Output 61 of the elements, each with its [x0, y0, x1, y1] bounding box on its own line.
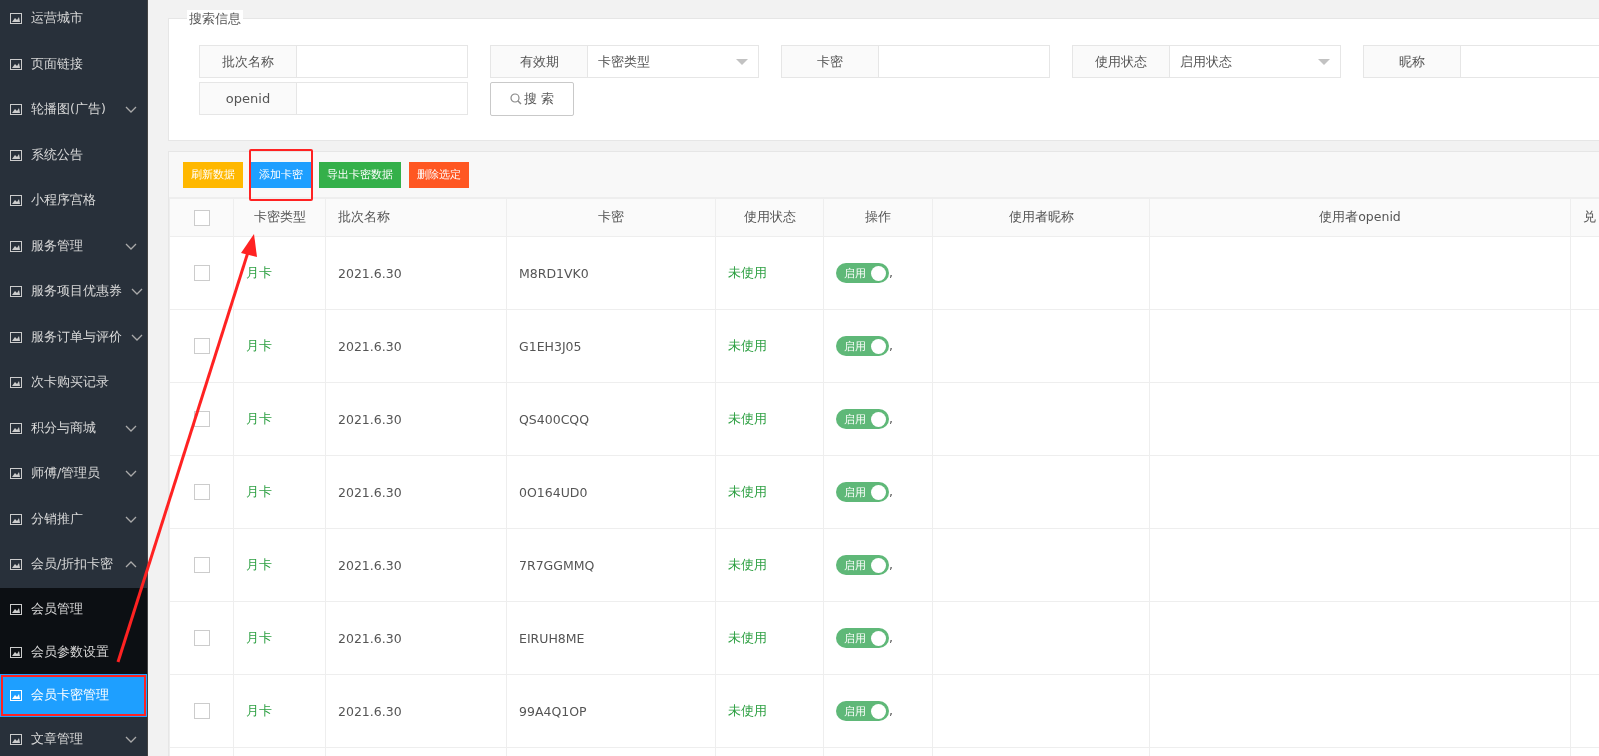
sidebar-item[interactable]: 小程序宫格	[0, 178, 147, 224]
table-cell: 未使用	[728, 702, 767, 718]
separator-text: ,	[889, 264, 893, 280]
sidebar-item[interactable]: 文章管理	[0, 716, 147, 756]
separator-text: ,	[889, 702, 893, 718]
separator-text: ,	[889, 629, 893, 645]
column-header: 操作	[865, 209, 891, 224]
sidebar-item[interactable]: 会员/折扣卡密	[0, 542, 147, 588]
column-header: 使用状态	[743, 209, 796, 224]
table-cell: 月卡	[246, 629, 272, 645]
table-cell: 未使用	[728, 410, 767, 426]
table-cell: 2021.6.30	[338, 484, 402, 500]
table-cell: 2021.6.30	[338, 338, 402, 354]
sidebar-item[interactable]: 服务项目优惠券	[0, 269, 147, 315]
table-cell: 2021.6.30	[338, 703, 402, 719]
table-cell: 未使用	[728, 483, 767, 499]
sidebar-item[interactable]: 师傅/管理员	[0, 451, 147, 497]
table-cell: 未使用	[728, 629, 767, 645]
table-cell: G1EH3J05	[519, 338, 582, 354]
table-cell: QS400CQQ	[519, 411, 590, 427]
separator-text: ,	[889, 556, 893, 572]
table-cell: 2021.6.30	[338, 411, 402, 427]
table-cell: 月卡	[246, 264, 272, 280]
table-cell: 0O164UD0	[519, 484, 588, 500]
separator-text: ,	[889, 337, 893, 353]
table-cell: 7R7GGMMQ	[519, 557, 595, 573]
table-cell: 2021.6.30	[338, 630, 402, 646]
sidebar-item[interactable]: 积分与商城	[0, 405, 147, 451]
column-header: 批次名称	[338, 209, 390, 224]
sidebar-item[interactable]: 分销推广	[0, 496, 147, 542]
sidebar-item[interactable]: 会员参数设置	[0, 630, 147, 674]
sidebar-item[interactable]: 服务订单与评价	[0, 314, 147, 360]
table-cell: 2021.6.30	[338, 265, 402, 281]
column-header: 使用者openid	[1319, 209, 1401, 224]
sidebar-item[interactable]: 运营城市	[0, 0, 147, 42]
separator-text: ,	[889, 410, 893, 426]
table-cell: 月卡	[246, 483, 272, 499]
table-cell: 未使用	[728, 337, 767, 353]
sidebar-item[interactable]: 系统公告	[0, 132, 147, 178]
column-header: 兑	[1583, 209, 1596, 224]
sidebar-item[interactable]: 会员管理	[0, 587, 147, 631]
table-cell: 未使用	[728, 556, 767, 572]
table-cell: 未使用	[728, 264, 767, 280]
table-cell: EIRUH8ME	[519, 630, 585, 646]
table-cell: 2021.6.30	[338, 557, 402, 573]
table-cell: 99A4Q1OP	[519, 703, 587, 719]
separator-text: ,	[889, 483, 893, 499]
table-cell: 月卡	[246, 410, 272, 426]
table-cell: 月卡	[246, 556, 272, 572]
column-header: 卡密类型	[253, 209, 306, 224]
table-cell: 月卡	[246, 337, 272, 353]
table-cell: 月卡	[246, 702, 272, 718]
sidebar-item[interactable]: 轮播图(广告)	[0, 87, 147, 133]
sidebar-item[interactable]: 服务管理	[0, 223, 147, 269]
panel-legend: 搜索信息	[187, 10, 243, 28]
search-button[interactable]: 搜 索	[490, 82, 574, 116]
sidebar-item[interactable]: 页面链接	[0, 41, 147, 87]
column-header: 使用者昵称	[1008, 209, 1074, 224]
sidebar-item[interactable]: 次卡购买记录	[0, 360, 147, 406]
column-header: 卡密	[598, 209, 624, 224]
table-cell: M8RD1VK0	[519, 265, 589, 281]
